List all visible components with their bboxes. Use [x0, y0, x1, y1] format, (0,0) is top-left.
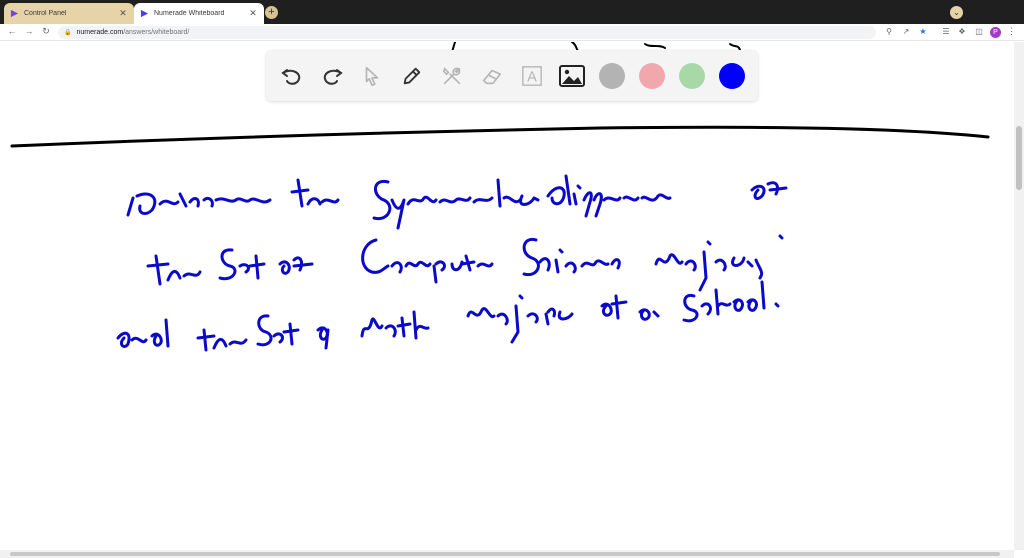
tab-numerade-whiteboard[interactable]: Numerade Whiteboard ✕	[134, 3, 264, 24]
address-bar[interactable]: 🔒 numerade.com/answers/whiteboard/	[58, 26, 876, 39]
image-tool-button[interactable]	[558, 62, 586, 90]
ink-word	[361, 238, 494, 284]
color-swatch-green[interactable]	[679, 63, 705, 89]
ink-word	[256, 314, 300, 347]
vertical-scrollbar[interactable]	[1014, 42, 1024, 550]
ink-word	[116, 318, 170, 348]
undo-icon	[281, 69, 301, 85]
tab-control-panel[interactable]: Control Panel ✕	[4, 3, 134, 24]
ink-word	[466, 294, 574, 344]
reload-icon[interactable]: ↻	[40, 26, 52, 37]
ink-word	[750, 181, 788, 200]
ink-word	[372, 178, 540, 230]
tools-icon	[442, 67, 461, 85]
profile-avatar[interactable]: P	[990, 27, 1001, 38]
tab-title: Numerade Whiteboard	[154, 10, 225, 17]
menu-icon[interactable]: ⋮	[1007, 26, 1016, 37]
pointer-icon	[365, 66, 379, 86]
browser-toolbar: ← → ↻ 🔒 numerade.com/answers/whiteboard/…	[0, 24, 1024, 41]
horizontal-scroll-thumb[interactable]	[10, 552, 1000, 556]
bookmark-star-icon[interactable]: ★	[917, 27, 929, 36]
forward-icon[interactable]: →	[23, 26, 35, 36]
color-swatch-pink[interactable]	[639, 63, 665, 89]
ink-word	[360, 310, 430, 340]
eraser-icon	[482, 69, 502, 85]
pen-tool-button[interactable]	[398, 62, 426, 90]
tab-close-icon[interactable]: ✕	[118, 8, 128, 19]
ink-word	[682, 280, 780, 323]
ink-word	[638, 308, 660, 321]
ink-word	[316, 326, 330, 350]
redo-icon	[323, 69, 343, 85]
ink-word	[546, 174, 672, 218]
tools-button[interactable]	[438, 62, 466, 90]
ink-word	[522, 237, 621, 277]
image-icon	[559, 65, 585, 87]
numerade-logo-icon	[140, 9, 149, 18]
url-text: numerade.com/answers/whiteboard/	[76, 29, 190, 36]
vertical-scroll-thumb[interactable]	[1016, 126, 1022, 190]
ink-word	[290, 178, 340, 208]
tab-close-icon[interactable]: ✕	[248, 8, 258, 19]
handwritten-note: Determine the Symmetric difference of th…	[116, 174, 788, 352]
svg-text:A: A	[527, 70, 537, 86]
media-icon[interactable]: ☰	[940, 27, 952, 36]
browser-tab-strip: Control Panel ✕ Numerade Whiteboard ✕ + …	[0, 0, 1024, 24]
ink-word	[146, 254, 202, 286]
color-swatch-blue[interactable]	[719, 63, 745, 89]
pen-icon	[403, 67, 421, 85]
numerade-logo-icon	[10, 9, 19, 18]
back-icon[interactable]: ←	[6, 26, 18, 36]
chevron-down-icon[interactable]: ⌄	[950, 6, 963, 19]
sidebar-icon[interactable]: ◫	[973, 27, 985, 36]
ink-word	[278, 256, 314, 275]
ink-word	[600, 294, 628, 320]
new-tab-button[interactable]: +	[265, 6, 278, 19]
text-icon: A	[522, 66, 542, 86]
divider-line	[10, 125, 990, 148]
tab-title: Control Panel	[24, 10, 67, 17]
ink-word	[126, 192, 272, 217]
zoom-icon[interactable]: ⚲	[883, 27, 895, 36]
color-swatch-gray[interactable]	[599, 63, 625, 89]
share-icon[interactable]: ↗	[900, 27, 912, 36]
lock-icon: 🔒	[64, 30, 72, 36]
text-tool-button[interactable]: A	[518, 62, 546, 90]
extensions-icon[interactable]: ❖	[956, 27, 968, 36]
redo-button[interactable]	[318, 62, 346, 90]
whiteboard-canvas[interactable]: Determine the Symmetric difference of th…	[0, 42, 1014, 550]
undo-button[interactable]	[278, 62, 306, 90]
horizontal-scrollbar[interactable]	[0, 550, 1014, 558]
eraser-tool-button[interactable]	[478, 62, 506, 90]
select-tool-button[interactable]	[358, 62, 386, 90]
whiteboard-toolbar: A	[266, 50, 758, 101]
ink-word	[218, 248, 266, 281]
ink-word	[196, 328, 248, 352]
